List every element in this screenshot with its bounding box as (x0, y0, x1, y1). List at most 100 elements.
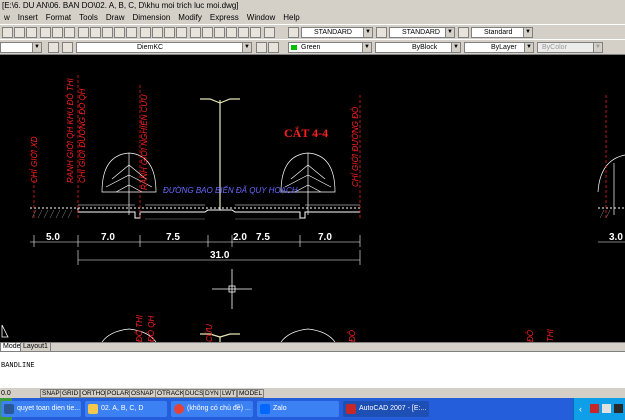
lwt-toggle[interactable]: LWT (220, 389, 238, 398)
window-title: [E:\6. DU AN\06. BAN DO\02. A, B, C, D\k… (0, 0, 625, 11)
task-browser[interactable]: (không có chủ đề) ... (171, 401, 253, 417)
color-swatch (291, 45, 297, 50)
layers-toolbar: ▼ DiemKC ▼ Green ▼ ByBlock ▼ ByLayer ▼ ByCol… (0, 39, 625, 55)
dim-7-5-right: 7.5 (256, 232, 270, 243)
chevron-down-icon: ▼ (593, 43, 602, 52)
pan-icon[interactable] (140, 27, 151, 38)
task-quyet-toan[interactable]: quyet toan dien tie... (1, 401, 81, 417)
grid-toggle[interactable]: GRID (60, 389, 81, 398)
menu-bar: w Insert Format Tools Draw Dimension Mod… (0, 11, 625, 24)
task-autocad[interactable]: AutoCAD 2007 - [E:... (343, 401, 429, 417)
markup-icon[interactable] (238, 27, 249, 38)
open-icon[interactable] (14, 27, 25, 38)
undo-icon[interactable] (114, 27, 125, 38)
label-ranh-gioi-nghien-cuu: RANH GIỚI NGHIÊN CỨU (140, 94, 149, 190)
task-zalo[interactable]: Zalo (257, 401, 339, 417)
crosshair-cursor-icon (212, 269, 252, 309)
chevron-down-icon: ▼ (242, 43, 251, 52)
snap-toggle[interactable]: SNAP (40, 389, 62, 398)
zoom-previous-icon[interactable] (176, 27, 187, 38)
lower-label-1: ĐÔ THỊ (135, 314, 144, 342)
lower-label-3: CỨU (205, 324, 214, 342)
task-folder[interactable]: 02. A, B, C, D (85, 401, 167, 417)
menu-format[interactable]: Format (42, 11, 75, 24)
network-icon[interactable] (602, 404, 611, 413)
menu-modify[interactable]: Modify (174, 11, 206, 24)
color-select[interactable]: Green ▼ (288, 42, 372, 53)
publish-icon[interactable] (64, 27, 75, 38)
taskbar: quyet toan dien tie... 02. A, B, C, D (k… (0, 398, 625, 420)
redo-icon[interactable] (126, 27, 137, 38)
workspace-select[interactable]: ▼ (0, 42, 42, 53)
dim-7-0-left: 7.0 (101, 232, 115, 243)
linetype-select[interactable]: ByBlock ▼ (375, 42, 461, 53)
tree-far-right-icon (597, 154, 625, 215)
volume-icon[interactable] (614, 404, 623, 413)
layout-tabs: Model Layout1 (0, 342, 625, 352)
standard-toolbar: STANDARD ▼ STANDARD ▼ Standard ▼ (0, 24, 625, 40)
dim-style-select[interactable]: STANDARD ▼ (389, 27, 455, 38)
properties-icon[interactable] (190, 27, 201, 38)
lineweight-select[interactable]: ByLayer ▼ (464, 42, 534, 53)
boundary-lines (33, 75, 607, 220)
menu-help[interactable]: Help (279, 11, 303, 24)
ortho-toggle[interactable]: ORTHO (80, 389, 108, 398)
make-current-icon[interactable] (256, 42, 267, 53)
menu-insert[interactable]: Insert (14, 11, 42, 24)
copy-icon[interactable] (90, 27, 101, 38)
osnap-toggle[interactable]: OSNAP (129, 389, 156, 398)
command-history: BANDLINE (1, 362, 35, 370)
antivirus-icon[interactable] (590, 404, 599, 413)
chevron-up-icon[interactable]: ‹ (579, 405, 588, 414)
model-toggle[interactable]: MODEL (237, 389, 265, 398)
label-chi-gioi-duong-do: CHỈ GIỚI ĐƯỜNG ĐỎ (351, 107, 360, 187)
layer-states-icon[interactable] (268, 42, 279, 53)
plotstyle-select: ByColor ▼ (537, 42, 603, 53)
menu-window[interactable]: Window (243, 11, 279, 24)
zoom-window-icon[interactable] (164, 27, 175, 38)
folder-icon (88, 404, 98, 414)
polar-toggle[interactable]: POLAR (105, 389, 132, 398)
paste-icon[interactable] (102, 27, 113, 38)
dim-right: 3.0 (609, 232, 623, 243)
coordinate-readout: 0.0 (1, 390, 11, 397)
layer-select[interactable]: DiemKC ▼ (76, 42, 252, 53)
menu-draw[interactable]: Draw (102, 11, 129, 24)
save-icon[interactable] (26, 27, 37, 38)
chevron-down-icon: ▼ (523, 28, 532, 37)
label-chi-gioi-xd: CHỈ GIỚI XD (30, 136, 39, 183)
table-style-select[interactable]: Standard ▼ (471, 27, 533, 38)
chrome-icon (174, 404, 184, 414)
layer-manager-icon[interactable] (48, 42, 59, 53)
label-chi-gioi-duong-do-qh: CHỈ GIỚI ĐƯỜNG ĐỎ QH (78, 88, 87, 183)
menu-dimension[interactable]: Dimension (129, 11, 175, 24)
menu-view[interactable]: w (0, 11, 14, 24)
text-style-select[interactable]: STANDARD ▼ (301, 27, 373, 38)
cut-icon[interactable] (78, 27, 89, 38)
design-center-icon[interactable] (202, 27, 213, 38)
menu-express[interactable]: Express (206, 11, 243, 24)
zoom-realtime-icon[interactable] (152, 27, 163, 38)
drawing-canvas[interactable]: CHỈ GIỚI XD RANH GIỚI QH KHU ĐÔ THỊ CHỈ … (0, 55, 625, 342)
new-icon[interactable] (2, 27, 13, 38)
dim-2-0: 2.0 (233, 232, 247, 243)
dim-7-5-left: 7.5 (166, 232, 180, 243)
help-icon[interactable] (264, 27, 275, 38)
calculator-icon[interactable] (250, 27, 261, 38)
system-tray: ‹ (573, 398, 625, 420)
command-window[interactable]: BANDLINE (0, 351, 625, 387)
dim-5-0: 5.0 (46, 232, 60, 243)
layer-previous-icon[interactable] (62, 42, 73, 53)
lower-label-6: THỊ (546, 328, 555, 342)
tool-palette-icon[interactable] (214, 27, 225, 38)
autocad-icon (346, 404, 356, 414)
sheet-set-icon[interactable] (226, 27, 237, 38)
preview-icon[interactable] (52, 27, 63, 38)
otrack-toggle[interactable]: OTRACK (155, 389, 187, 398)
text-style-icon (288, 27, 299, 38)
label-ranh-gioi-qh: RANH GIỚI QH KHU ĐÔ THỊ (66, 78, 75, 183)
lower-label-4: ĐÔ (348, 330, 357, 342)
dyn-toggle[interactable]: DYN (203, 389, 221, 398)
menu-tools[interactable]: Tools (75, 11, 102, 24)
print-icon[interactable] (40, 27, 51, 38)
